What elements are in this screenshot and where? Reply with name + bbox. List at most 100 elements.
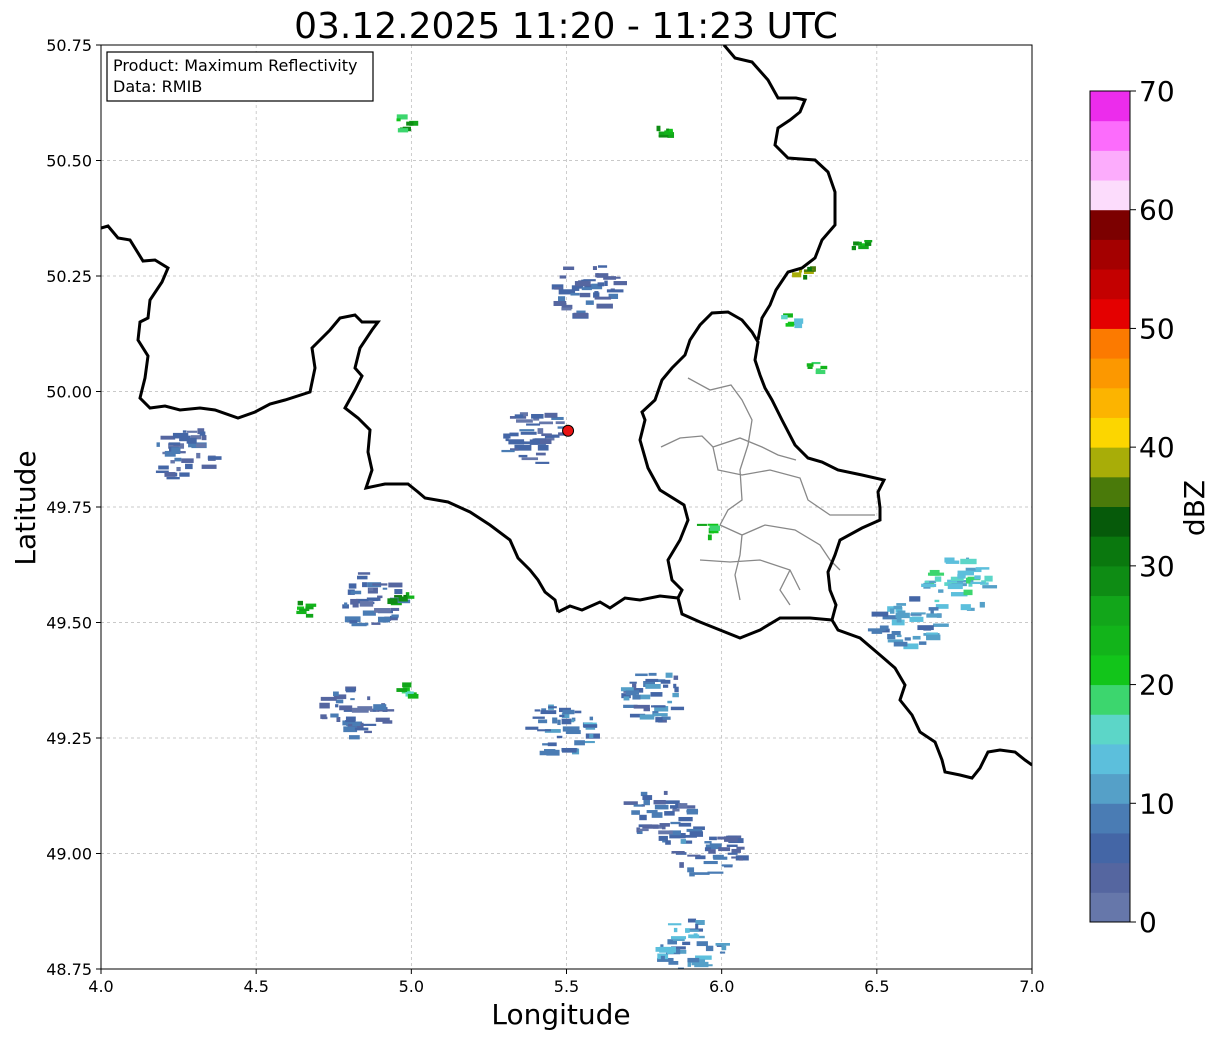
echo-cell	[896, 634, 902, 638]
echo-cell	[872, 629, 886, 632]
echo-cell	[534, 709, 541, 712]
echo-cell	[532, 716, 545, 719]
echo-cell	[682, 941, 691, 946]
echo-cell	[680, 839, 687, 844]
echo-cell	[606, 289, 624, 293]
echo-cell	[687, 957, 700, 963]
x-tick-label: 6.5	[864, 977, 889, 996]
echo-cell	[166, 477, 180, 480]
echo-cell	[180, 451, 186, 454]
echo-cell	[638, 828, 649, 832]
echo-cell	[864, 239, 873, 243]
echo-cell	[803, 274, 808, 280]
colorbar-segment	[1090, 91, 1130, 122]
echo-cell	[678, 822, 692, 827]
echo-cell	[673, 675, 679, 680]
y-tick-label: 49.25	[46, 729, 92, 748]
echo-cell	[632, 694, 641, 700]
echo-cell	[561, 718, 572, 725]
echo-cell	[597, 265, 608, 268]
echo-cell	[207, 456, 222, 460]
echo-cell	[531, 413, 544, 419]
echo-cell	[669, 805, 680, 809]
echo-cell	[658, 134, 669, 138]
colorbar-ticks: 0 10 20 30 40 50 60 70	[1130, 75, 1175, 939]
echo-cell	[653, 799, 666, 805]
echo-cell	[345, 720, 356, 723]
echo-cell	[305, 603, 317, 607]
echo-cell	[639, 814, 647, 821]
echo-cell	[663, 800, 680, 804]
echo-cell	[665, 840, 671, 845]
echo-cell	[662, 840, 666, 843]
echo-cell	[960, 604, 971, 611]
echo-cell	[671, 850, 685, 854]
echo-cell	[336, 716, 341, 723]
echo-cell	[643, 799, 650, 806]
colorbar-segment	[1090, 684, 1130, 715]
echo-cell	[642, 824, 659, 829]
echo-cell	[674, 686, 679, 693]
colorbar-segment	[1090, 892, 1130, 923]
echo-cell	[554, 286, 563, 290]
echo-cell	[196, 443, 206, 448]
echo-cell	[687, 918, 697, 923]
echo-cell	[944, 557, 955, 563]
colorbar-segment	[1090, 180, 1130, 211]
echo-cell	[351, 707, 369, 713]
echo-cell	[625, 690, 637, 696]
x-tick-label: 6.0	[709, 977, 734, 996]
echo-cell	[585, 300, 594, 305]
echo-cell	[651, 705, 665, 708]
echo-cell	[503, 433, 511, 439]
colorbar-segment	[1090, 654, 1130, 686]
echo-cell	[707, 523, 719, 526]
echo-cell	[718, 847, 731, 852]
colorbar-tick-label: 70	[1139, 75, 1175, 108]
echo-cell	[685, 928, 690, 933]
echo-cell	[974, 575, 981, 580]
echo-cell	[535, 461, 550, 464]
echo-cell	[687, 867, 695, 873]
echo-cell	[715, 942, 730, 946]
echo-cell	[371, 622, 381, 625]
echo-cell	[373, 704, 387, 711]
echo-cell	[539, 439, 552, 445]
echo-cell	[656, 125, 661, 132]
echo-cell	[344, 602, 348, 607]
echo-cell	[667, 700, 673, 704]
echo-cell	[595, 273, 599, 278]
echo-cell	[556, 735, 563, 739]
echo-cell	[679, 862, 684, 868]
echo-cell	[815, 368, 821, 374]
product-info-box: Product: Maximum Reflectivity Data: RMIB	[106, 51, 374, 102]
echo-cell	[934, 599, 940, 603]
echo-cell	[739, 857, 744, 861]
product-info-line-2: Data: RMIB	[113, 77, 202, 96]
echo-cell	[362, 610, 376, 616]
echo-cell	[333, 691, 339, 697]
colorbar-segment	[1090, 595, 1130, 626]
x-tick-label: 7.0	[1019, 977, 1044, 996]
echo-cell	[909, 596, 921, 602]
echo-cell	[645, 678, 659, 682]
y-tick-label: 50.50	[46, 152, 92, 171]
echo-cell	[820, 365, 828, 370]
echo-cell	[525, 726, 539, 730]
echo-cell	[928, 607, 939, 611]
echo-cell	[709, 836, 717, 841]
echo-cell	[396, 688, 408, 692]
echo-cell	[547, 742, 557, 747]
x-axis-label: Longitude	[491, 998, 630, 1031]
echo-cell	[642, 795, 653, 800]
echo-cell	[518, 454, 528, 458]
echo-cell	[406, 121, 414, 126]
echo-cell	[335, 704, 339, 708]
echo-cell	[639, 714, 655, 720]
echo-cell	[553, 300, 567, 306]
echo-cell	[544, 412, 558, 418]
echo-cell	[658, 835, 668, 841]
echo-cell	[687, 854, 701, 857]
echo-cell	[397, 128, 409, 133]
y-tick-label: 50.00	[46, 383, 92, 402]
